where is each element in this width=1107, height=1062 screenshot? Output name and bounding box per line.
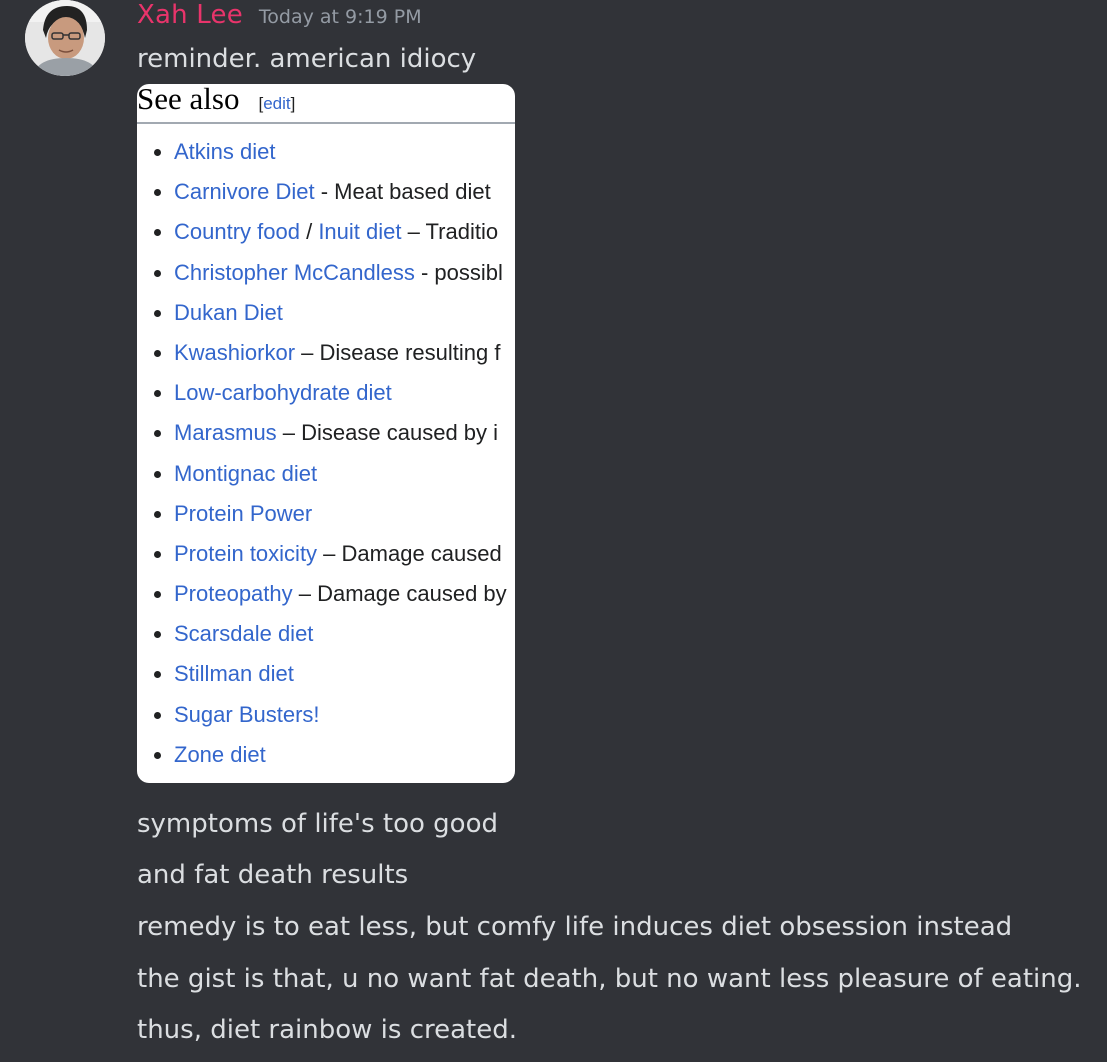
list-item: Christopher McCandless - possibl <box>137 257 507 297</box>
see-also-heading: See also [edit] <box>137 84 295 117</box>
wiki-link: Proteopathy <box>174 581 293 607</box>
bullet-icon <box>154 430 161 438</box>
list-item: Sugar Busters! <box>137 699 507 739</box>
link-separator: / <box>299 219 319 245</box>
wiki-link: Scarsdale diet <box>174 621 314 647</box>
wiki-link: Protein toxicity <box>174 540 318 566</box>
avatar[interactable] <box>25 0 105 76</box>
item-description: – Traditio <box>401 219 499 245</box>
item-description: – Damage caused by <box>292 581 507 607</box>
wiki-link: Atkins diet <box>174 139 276 164</box>
wiki-link: Kwashiorkor <box>174 339 296 365</box>
bullet-icon <box>154 149 161 156</box>
bullet-icon <box>154 751 161 759</box>
list-item: Stillman diet <box>137 658 507 698</box>
bullet-icon <box>154 470 161 478</box>
message-text-line: thus, diet rainbow is created. <box>137 1015 518 1045</box>
list-item: Low-carbohydrate diet <box>137 377 507 417</box>
see-also-list: Atkins diet Carnivore Diet - Meat based d… <box>137 136 507 779</box>
list-item: Montignac diet <box>137 458 507 498</box>
wiki-link: Christopher McCandless <box>174 259 415 285</box>
list-item: Kwashiorkor – Disease resulting f <box>137 337 507 377</box>
wiki-link: Stillman diet <box>174 661 294 687</box>
item-description: – Disease caused by i <box>276 420 499 446</box>
see-also-title: See also <box>137 84 240 116</box>
item-description: - possibl <box>414 259 503 285</box>
list-item: Carnivore Diet - Meat based diet <box>137 176 507 216</box>
list-item: Country food / Inuit diet – Traditio <box>137 216 507 256</box>
list-item: Atkins diet <box>137 136 507 176</box>
list-item: Zone diet <box>137 739 507 779</box>
item-description: – Damage caused <box>317 540 502 566</box>
wiki-link: Carnivore Diet <box>174 179 315 205</box>
bullet-icon <box>154 671 161 679</box>
wiki-link: Dukan Diet <box>174 299 283 325</box>
list-item: Marasmus – Disease caused by i <box>137 417 507 457</box>
bullet-icon <box>154 269 161 277</box>
wiki-link: Protein Power <box>174 500 313 526</box>
message-text-line: the gist is that, u no want fat death, b… <box>137 964 1082 994</box>
item-description: – Disease resulting f <box>295 339 501 365</box>
wiki-link: Country food <box>174 219 300 245</box>
bullet-icon <box>154 189 161 197</box>
list-item: Dukan Diet <box>137 297 507 337</box>
bullet-icon <box>154 711 161 719</box>
message-text-line: remedy is to eat less, but comfy life in… <box>137 912 1013 942</box>
attached-image[interactable]: See also [edit] Atkins diet Carnivore Die… <box>137 84 515 783</box>
bullet-icon <box>154 591 161 599</box>
message-header: Xah Lee Today at 9:19 PM <box>137 0 422 34</box>
bullet-icon <box>154 550 161 558</box>
edit-link: edit <box>263 94 291 113</box>
message-text-line: and fat death results <box>137 860 409 890</box>
bullet-icon <box>154 510 161 518</box>
list-item: Protein Power <box>137 498 507 538</box>
edit-section-link-wrap: [edit] <box>258 94 296 113</box>
wiki-link: Marasmus <box>174 420 277 446</box>
wiki-link: Low-carbohydrate diet <box>174 380 392 406</box>
message-text-line: reminder. american idiocy <box>137 44 477 74</box>
list-item: Scarsdale diet <box>137 618 507 658</box>
bullet-icon <box>154 390 161 398</box>
timestamp[interactable]: Today at 9:19 PM <box>259 6 422 28</box>
wiki-link: Zone diet <box>174 741 266 767</box>
message-text-line: symptoms of life's too good <box>137 809 498 839</box>
bullet-icon <box>154 229 161 237</box>
heading-divider <box>137 122 515 124</box>
bullet-icon <box>154 309 161 317</box>
list-item: Protein toxicity – Damage caused <box>137 538 507 578</box>
item-description: - Meat based diet <box>314 179 491 205</box>
list-item: Proteopathy – Damage caused by <box>137 578 507 618</box>
username[interactable]: Xah Lee <box>137 0 243 30</box>
bullet-icon <box>154 349 161 357</box>
wiki-link: Sugar Busters! <box>174 701 320 727</box>
bullet-icon <box>154 631 161 639</box>
wiki-link: Montignac diet <box>174 460 318 486</box>
wiki-link: Inuit diet <box>318 219 402 245</box>
